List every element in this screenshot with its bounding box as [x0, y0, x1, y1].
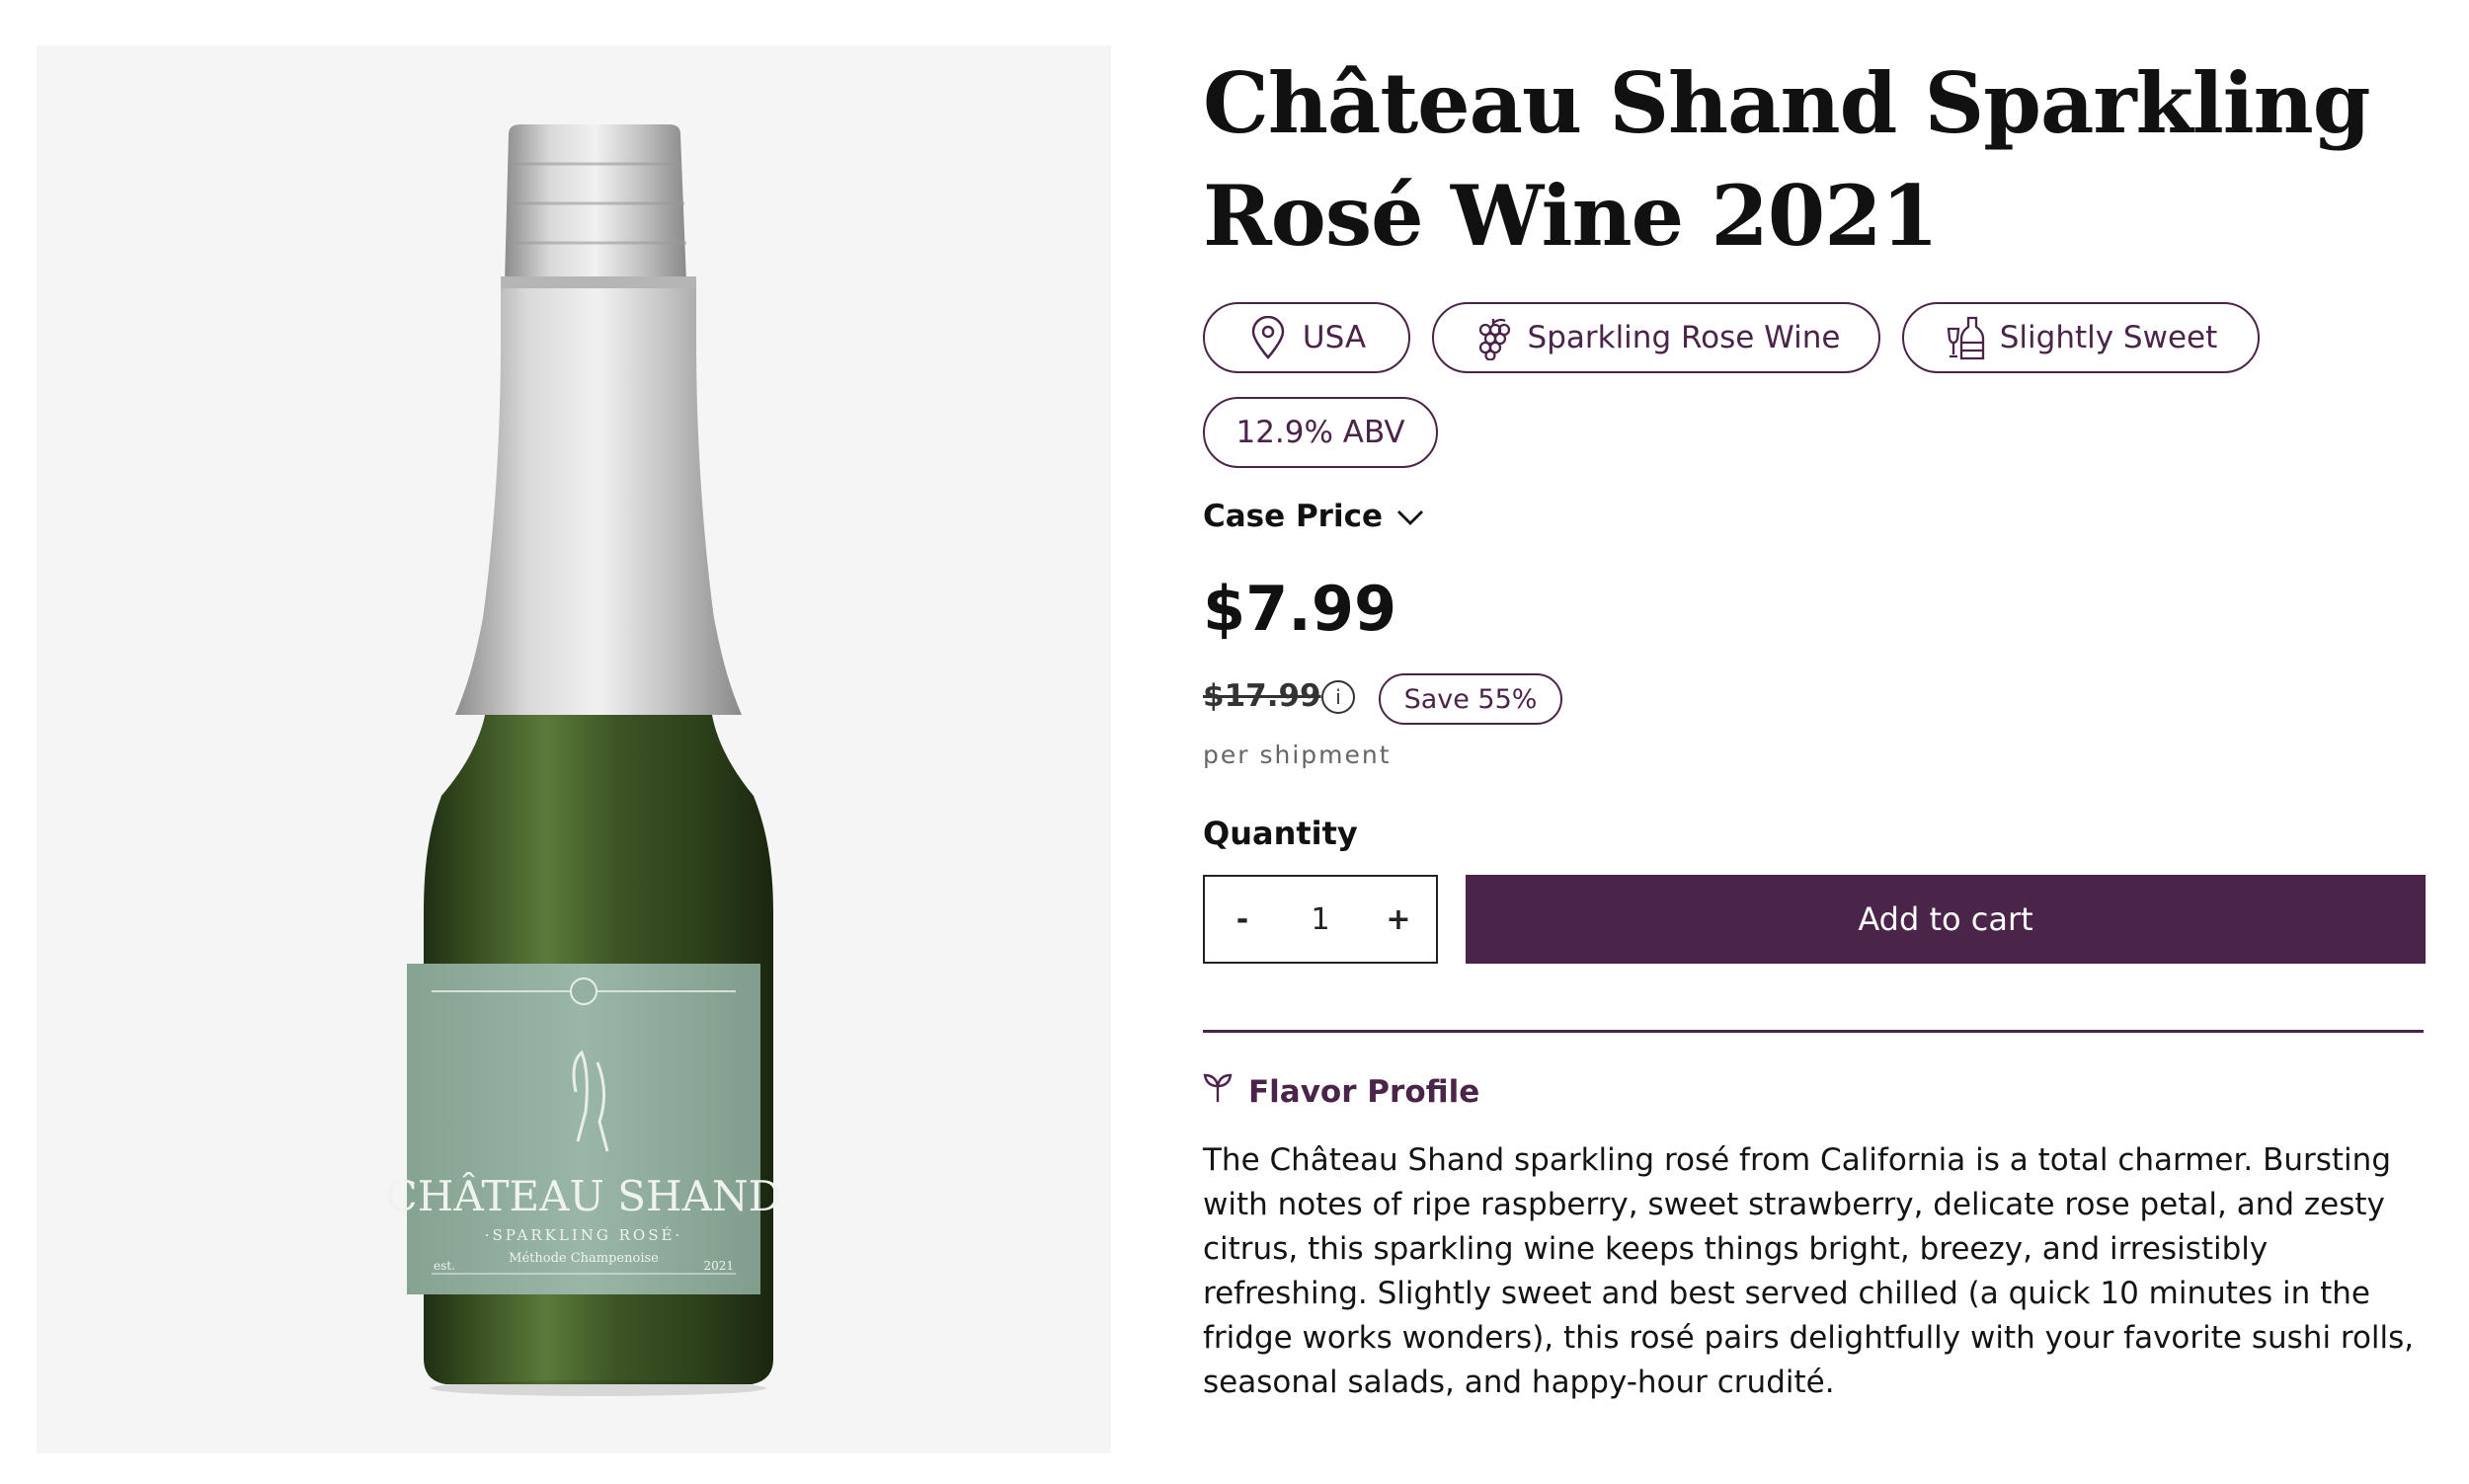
- label-year: 2021: [703, 1259, 734, 1273]
- grapes-icon: [1473, 315, 1514, 360]
- case-price-selector[interactable]: Case Price: [1203, 499, 1424, 534]
- quantity-value[interactable]: 1: [1280, 902, 1361, 937]
- wine-bottle-icon: [1945, 315, 1986, 360]
- location-pin-icon: [1247, 315, 1289, 360]
- increment-button[interactable]: +: [1361, 877, 1436, 962]
- per-shipment-note: per shipment: [1203, 741, 1392, 769]
- tag-sweetness[interactable]: Slightly Sweet: [1902, 302, 2260, 373]
- case-price-label: Case Price: [1203, 499, 1383, 534]
- tag-type-label: Sparkling Rose Wine: [1527, 320, 1841, 355]
- tag-abv-label: 12.9% ABV: [1235, 415, 1405, 450]
- info-icon-glyph: i: [1335, 685, 1341, 709]
- label-subtitle: ·SPARKLING ROSÉ·: [485, 1226, 682, 1244]
- tag-abv[interactable]: 12.9% ABV: [1203, 397, 1438, 468]
- tag-sweetness-label: Slightly Sweet: [1999, 320, 2218, 355]
- tag-type[interactable]: Sparkling Rose Wine: [1432, 302, 1880, 373]
- quantity-label: Quantity: [1203, 815, 1358, 852]
- product-title: Château Shand Sparkling Rosé Wine 2021: [1203, 54, 2370, 265]
- flavor-profile-label: Flavor Profile: [1248, 1074, 1480, 1110]
- label-est: est.: [434, 1259, 455, 1273]
- current-price: $7.99: [1203, 573, 1397, 645]
- wine-bottle-illustration: CHÂTEAU SHAND ·SPARKLING ROSÉ· Méthode C…: [386, 124, 782, 1396]
- info-icon[interactable]: i: [1321, 680, 1355, 714]
- compare-at-price: $17.99: [1203, 678, 1321, 714]
- label-method: Méthode Champenoise: [509, 1251, 659, 1266]
- quantity-stepper: - 1 +: [1203, 875, 1438, 964]
- tag-country-label: USA: [1302, 320, 1367, 355]
- flavor-profile-heading[interactable]: Flavor Profile: [1203, 1072, 1479, 1112]
- decrement-button[interactable]: -: [1205, 877, 1280, 962]
- label-brand: CHÂTEAU SHAND: [386, 1171, 782, 1220]
- save-badge: Save 55%: [1379, 673, 1562, 725]
- add-to-cart-button[interactable]: Add to cart: [1466, 875, 2426, 964]
- tag-country[interactable]: USA: [1203, 302, 1410, 373]
- sprout-icon: [1203, 1072, 1233, 1112]
- chevron-down-icon: [1396, 499, 1424, 534]
- flavor-description: The Château Shand sparkling rosé from Ca…: [1203, 1142, 2415, 1400]
- product-image: CHÂTEAU SHAND ·SPARKLING ROSÉ· Méthode C…: [37, 45, 1111, 1453]
- section-divider: [1203, 1030, 2424, 1033]
